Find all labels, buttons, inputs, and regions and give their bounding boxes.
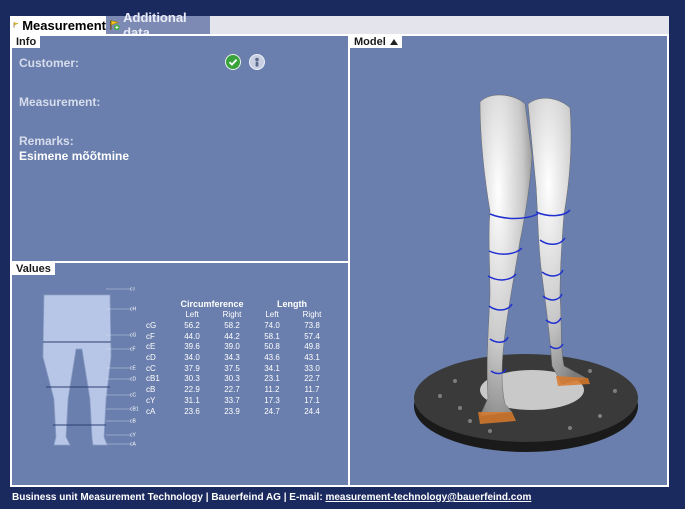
values-panel: Values cT cH cG cF cE cD cC cB1 cB cY cA Circumfer… bbox=[12, 263, 348, 485]
diagram-label: cA bbox=[130, 442, 137, 448]
circumference-header: Circumference bbox=[180, 298, 244, 309]
len-right-cell: 22.7 bbox=[304, 374, 320, 384]
diagram-label: cG bbox=[130, 333, 137, 339]
circ-right-header: Right bbox=[222, 310, 242, 320]
measure-point-cell: cC bbox=[146, 363, 156, 373]
diagram-label: cF bbox=[130, 347, 136, 353]
len-right-header: Right bbox=[302, 310, 322, 320]
measure-point-cell: cY bbox=[146, 395, 156, 405]
customer-label: Customer: bbox=[19, 56, 80, 70]
leg-model-right bbox=[527, 97, 587, 385]
leg-silhouette bbox=[42, 294, 112, 446]
len-left-cell: 17.3 bbox=[264, 395, 280, 405]
measure-point-cell: cB1 bbox=[146, 374, 160, 384]
len-left-cell: 74.0 bbox=[264, 321, 280, 331]
table-row: cF 44.0 44.2 58.1 57.4 bbox=[138, 331, 332, 342]
table-row: cE 39.6 39.0 50.8 49.8 bbox=[138, 342, 332, 353]
measure-point-cell: cE bbox=[146, 342, 156, 352]
measure-point-cell: cB bbox=[146, 385, 156, 395]
measure-point-cell: cD bbox=[146, 353, 156, 363]
model-panel: Model bbox=[350, 36, 667, 485]
len-right-cell: 24.4 bbox=[304, 406, 320, 416]
length-header: Length bbox=[277, 298, 307, 309]
measure-point-cell: cF bbox=[146, 331, 155, 341]
tab-measurement[interactable]: Measurement bbox=[10, 16, 106, 34]
len-right-cell: 17.1 bbox=[304, 395, 320, 405]
diagram-label: cH bbox=[130, 307, 137, 313]
main-frame: Info Customer: Measurement: Remarks: Esi… bbox=[10, 34, 669, 487]
info-panel: Info Customer: Measurement: Remarks: Esi… bbox=[12, 36, 348, 261]
circ-right-cell: 44.2 bbox=[224, 331, 240, 341]
len-right-cell: 43.1 bbox=[304, 353, 320, 363]
diagram-label: cD bbox=[130, 377, 137, 383]
len-left-cell: 58.1 bbox=[264, 331, 280, 341]
len-right-cell: 57.4 bbox=[304, 331, 320, 341]
footer-text: Business unit Measurement Technology | B… bbox=[12, 492, 326, 503]
measure-point-cell: cA bbox=[146, 406, 156, 416]
circ-right-cell: 58.2 bbox=[224, 321, 240, 331]
diagram-label: cY bbox=[130, 433, 137, 439]
circ-right-cell: 23.9 bbox=[224, 406, 240, 416]
table-row: cB 22.9 22.7 11.2 11.7 bbox=[138, 385, 332, 396]
circ-left-cell: 31.1 bbox=[184, 395, 200, 405]
diagram-label: cT bbox=[130, 287, 136, 293]
circ-left-header: Left bbox=[185, 310, 199, 320]
tab-bar: Measurement Additional data bbox=[10, 10, 669, 40]
tab-measurement-label: Measurement bbox=[22, 17, 106, 33]
len-left-header: Left bbox=[265, 310, 279, 320]
len-left-cell: 23.1 bbox=[264, 374, 280, 384]
circ-left-cell: 37.9 bbox=[184, 363, 200, 373]
info-title: Info bbox=[12, 36, 41, 48]
len-left-cell: 50.8 bbox=[264, 342, 280, 352]
check-icon[interactable] bbox=[225, 54, 241, 70]
person-icon[interactable] bbox=[249, 54, 265, 70]
measure-point-cell: cG bbox=[146, 321, 157, 331]
leg-diagram: cTcHcGcFcEcDcCcB1cBcYcA bbox=[42, 287, 139, 448]
table-row: cA 23.6 23.9 24.7 24.4 bbox=[138, 406, 332, 417]
tab-bar-filler bbox=[210, 16, 669, 34]
values-table: Circumference Length Left Right Left Rig… bbox=[138, 297, 332, 417]
len-right-cell: 49.8 bbox=[304, 342, 320, 352]
circ-left-cell: 30.3 bbox=[184, 374, 200, 384]
table-row: cY 31.1 33.7 17.3 17.1 bbox=[138, 396, 332, 407]
len-left-cell: 43.6 bbox=[264, 353, 280, 363]
circ-left-cell: 44.0 bbox=[184, 331, 200, 341]
circ-left-cell: 22.9 bbox=[184, 385, 200, 395]
circ-right-cell: 33.7 bbox=[224, 395, 240, 405]
values-title: Values bbox=[12, 263, 55, 275]
table-row: cB1 30.3 30.3 23.1 22.7 bbox=[138, 374, 332, 385]
circ-left-cell: 39.6 bbox=[184, 342, 200, 352]
len-left-cell: 11.2 bbox=[264, 385, 280, 395]
len-right-cell: 11.7 bbox=[304, 385, 320, 395]
len-right-cell: 33.0 bbox=[304, 363, 320, 373]
circ-left-cell: 56.2 bbox=[184, 321, 200, 331]
remarks-label: Remarks: bbox=[19, 134, 74, 148]
table-row: cG 56.2 58.2 74.0 73.8 bbox=[138, 321, 332, 332]
len-left-cell: 24.7 bbox=[264, 406, 280, 416]
table-row: cC 37.9 37.5 34.1 33.0 bbox=[138, 363, 332, 374]
circ-right-cell: 34.3 bbox=[224, 353, 240, 363]
tab-additional-data[interactable]: Additional data bbox=[106, 10, 210, 40]
circ-left-cell: 34.0 bbox=[184, 353, 200, 363]
measurement-label: Measurement: bbox=[19, 95, 101, 109]
footer: Business unit Measurement Technology | B… bbox=[12, 492, 531, 503]
len-left-cell: 34.1 bbox=[264, 363, 280, 373]
diagram-label: cC bbox=[130, 393, 137, 399]
diagram-label: cB bbox=[130, 419, 137, 425]
plus-icon bbox=[110, 20, 120, 31]
circ-right-cell: 30.3 bbox=[224, 374, 240, 384]
3d-leg-model[interactable] bbox=[350, 36, 667, 485]
footer-email-link[interactable]: measurement-technology@bauerfeind.com bbox=[325, 492, 531, 503]
table-row: cD 34.0 34.3 43.6 43.1 bbox=[138, 353, 332, 364]
circ-left-cell: 23.6 bbox=[184, 406, 200, 416]
circ-right-cell: 22.7 bbox=[224, 385, 240, 395]
len-right-cell: 73.8 bbox=[304, 321, 320, 331]
circ-right-cell: 39.0 bbox=[224, 342, 240, 352]
circ-right-cell: 37.5 bbox=[224, 363, 240, 373]
remarks-value: Esimene mõõtmine bbox=[19, 149, 130, 163]
flag-icon bbox=[13, 22, 19, 28]
diagram-label: cE bbox=[130, 366, 137, 372]
